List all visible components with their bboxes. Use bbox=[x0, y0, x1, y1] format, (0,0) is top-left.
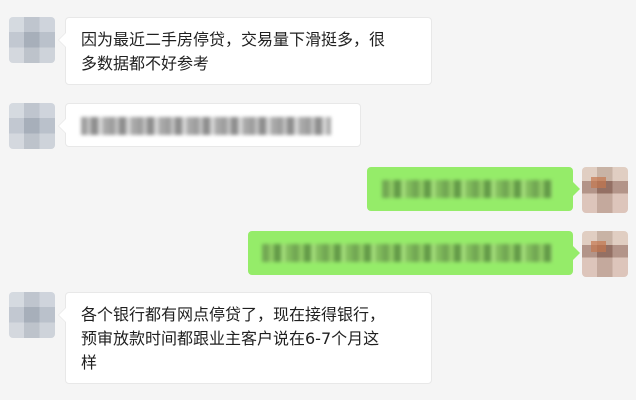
message-bubble-5[interactable]: 各个银行都有网点停贷了，现在接得银行， 预审放款时间都跟业主客户说在6-7个月这… bbox=[65, 292, 432, 384]
blurred-message-text bbox=[81, 117, 331, 135]
message-bubble-3[interactable] bbox=[367, 167, 580, 211]
left-avatar-icon[interactable] bbox=[9, 103, 55, 149]
left-avatar-icon[interactable] bbox=[9, 292, 55, 338]
left-avatar-icon[interactable] bbox=[9, 17, 55, 63]
blurred-message-text bbox=[262, 244, 552, 262]
message-bubble-4[interactable] bbox=[248, 231, 580, 275]
message-text: 因为最近二手房停贷，交易量下滑挺多，很 多数据都不好参考 bbox=[81, 30, 386, 73]
right-avatar-icon[interactable] bbox=[582, 231, 628, 277]
right-avatar-icon[interactable] bbox=[582, 167, 628, 213]
message-bubble-2[interactable] bbox=[65, 103, 361, 147]
message-text: 各个银行都有网点停贷了，现在接得银行， 预审放款时间都跟业主客户说在6-7个月这… bbox=[81, 305, 386, 372]
message-bubble-1[interactable]: 因为最近二手房停贷，交易量下滑挺多，很 多数据都不好参考 bbox=[65, 17, 432, 85]
blurred-message-text bbox=[382, 180, 552, 198]
